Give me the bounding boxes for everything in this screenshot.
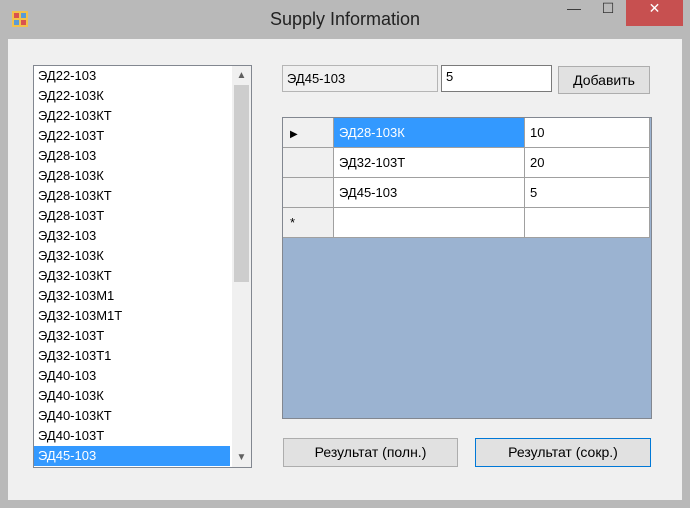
list-item[interactable]: ЭД22-103Т	[34, 126, 230, 146]
grid-cell-name[interactable]: ЭД32-103Т	[334, 148, 525, 178]
row-header[interactable]: *	[283, 208, 334, 238]
app-window: Supply Information — ☐ ✕ ЭД22-103 ЭД22-10…	[0, 0, 690, 508]
list-item[interactable]: ЭД22-103КТ	[34, 106, 230, 126]
maximize-icon: ☐	[601, 0, 615, 16]
grid-cell-qty[interactable]: 5	[525, 178, 650, 208]
list-item[interactable]: ЭД40-103	[34, 366, 230, 386]
list-item[interactable]: ЭД22-103К	[34, 86, 230, 106]
list-item[interactable]: ЭД32-103М1	[34, 286, 230, 306]
list-item[interactable]: ЭД32-103Т	[34, 326, 230, 346]
row-header[interactable]: ▶	[283, 118, 334, 148]
list-item[interactable]: ЭД40-103КТ	[34, 406, 230, 426]
close-button[interactable]: ✕	[626, 0, 683, 26]
close-icon: ✕	[648, 0, 661, 16]
list-item[interactable]: ЭД45-103	[34, 446, 230, 466]
product-listbox[interactable]: ЭД22-103 ЭД22-103К ЭД22-103КТ ЭД22-103Т ЭД28…	[33, 65, 252, 468]
scrollbar-thumb[interactable]	[234, 85, 249, 282]
row-header[interactable]	[283, 148, 334, 178]
client-area: ЭД22-103 ЭД22-103К ЭД22-103КТ ЭД22-103Т ЭД28…	[8, 39, 682, 500]
minimize-button[interactable]: —	[557, 0, 591, 26]
supply-grid[interactable]: ▶ ЭД28-103К 10 ЭД32-103Т 20 ЭД45-103 5 *	[282, 117, 652, 419]
scroll-up-icon[interactable]: ▲	[232, 66, 251, 85]
grid-row[interactable]: ЭД45-103 5	[283, 178, 650, 208]
selected-item-field: ЭД45-103	[282, 65, 438, 92]
list-item[interactable]: ЭД40-103Т	[34, 426, 230, 446]
list-item[interactable]: ЭД22-103	[34, 66, 230, 86]
result-full-button[interactable]: Результат (полн.)	[283, 438, 458, 467]
current-row-icon: ▶	[290, 129, 298, 140]
minimize-icon: —	[567, 0, 581, 16]
list-item[interactable]: ЭД32-103КТ	[34, 266, 230, 286]
list-item[interactable]: ЭД32-103М1Т	[34, 306, 230, 326]
list-item[interactable]: ЭД28-103КТ	[34, 186, 230, 206]
add-button[interactable]: Добавить	[558, 66, 650, 94]
grid-cell-qty[interactable]: 20	[525, 148, 650, 178]
grid-cell-name[interactable]: ЭД28-103К	[334, 118, 525, 148]
list-item[interactable]: ЭД40-103К	[34, 386, 230, 406]
grid-cell-name[interactable]: ЭД45-103	[334, 178, 525, 208]
row-header[interactable]	[283, 178, 334, 208]
grid-row[interactable]: ЭД32-103Т 20	[283, 148, 650, 178]
new-row-icon: *	[290, 215, 296, 230]
result-short-button[interactable]: Результат (сокр.)	[475, 438, 651, 467]
listbox-scrollbar[interactable]: ▲ ▼	[232, 66, 251, 467]
title-bar[interactable]: Supply Information — ☐ ✕	[0, 0, 690, 38]
quantity-input[interactable]: 5	[441, 65, 552, 92]
scroll-down-icon[interactable]: ▼	[232, 448, 251, 467]
list-item[interactable]: ЭД32-103Т1	[34, 346, 230, 366]
list-item[interactable]: ЭД28-103К	[34, 166, 230, 186]
grid-cell-name[interactable]	[334, 208, 525, 238]
grid-new-row[interactable]: *	[283, 208, 650, 238]
listbox-items: ЭД22-103 ЭД22-103К ЭД22-103КТ ЭД22-103Т ЭД28…	[34, 66, 251, 466]
maximize-button[interactable]: ☐	[591, 0, 625, 26]
list-item[interactable]: ЭД28-103Т	[34, 206, 230, 226]
grid-cell-qty[interactable]: 10	[525, 118, 650, 148]
grid-row[interactable]: ▶ ЭД28-103К 10	[283, 118, 650, 148]
list-item[interactable]: ЭД32-103	[34, 226, 230, 246]
list-item[interactable]: ЭД32-103К	[34, 246, 230, 266]
list-item[interactable]: ЭД28-103	[34, 146, 230, 166]
grid-cell-qty[interactable]	[525, 208, 650, 238]
